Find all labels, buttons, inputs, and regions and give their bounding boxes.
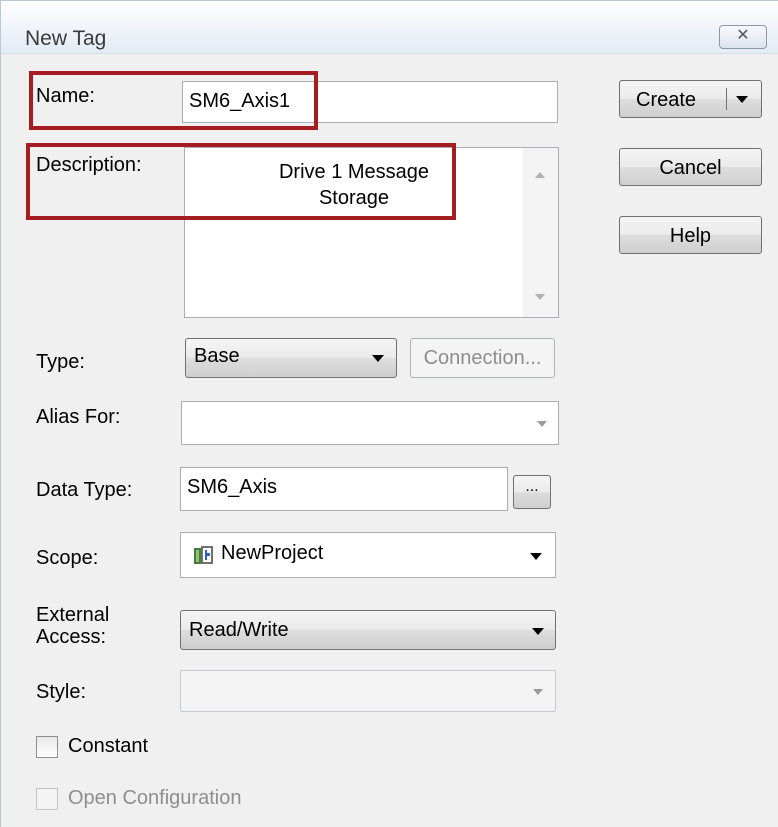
name-highlight-box bbox=[29, 71, 318, 130]
dialog-title: New Tag bbox=[25, 27, 107, 50]
alias-for-label: Alias For: bbox=[36, 406, 121, 428]
constant-label: Constant bbox=[68, 735, 149, 757]
scroll-down-icon[interactable] bbox=[535, 294, 545, 300]
chevron-down-icon[interactable] bbox=[736, 96, 748, 103]
type-select[interactable]: Base bbox=[185, 338, 397, 378]
alias-for-select[interactable] bbox=[181, 401, 559, 445]
project-icon bbox=[194, 546, 213, 564]
type-label: Type: bbox=[36, 351, 85, 373]
data-type-label: Data Type: bbox=[36, 479, 133, 501]
browse-data-type-button[interactable]: ... bbox=[513, 475, 551, 509]
external-access-value: Read/Write bbox=[189, 619, 289, 641]
help-button-label: Help bbox=[669, 225, 712, 247]
new-tag-dialog: New Tag ✕ Create Cancel Help Name: SM6_A… bbox=[0, 0, 778, 827]
create-button[interactable]: Create bbox=[619, 80, 762, 118]
open-configuration-checkbox-row[interactable]: Open Configuration bbox=[36, 786, 266, 812]
create-button-label: Create bbox=[636, 89, 697, 111]
chevron-down-icon bbox=[530, 553, 542, 560]
title-bar: New Tag ✕ bbox=[1, 1, 778, 54]
help-button[interactable]: Help bbox=[619, 216, 762, 254]
close-icon: ✕ bbox=[736, 27, 750, 44]
chevron-down-icon bbox=[532, 628, 544, 635]
scope-value: NewProject bbox=[221, 542, 324, 564]
data-type-value: SM6_Axis bbox=[187, 476, 278, 498]
open-configuration-checkbox[interactable] bbox=[36, 788, 58, 810]
data-type-input[interactable]: SM6_Axis bbox=[180, 467, 508, 511]
connection-button-label: Connection... bbox=[423, 347, 542, 369]
scope-select[interactable]: NewProject bbox=[180, 532, 556, 578]
external-access-label-line-2: Access: bbox=[36, 626, 107, 648]
cancel-button[interactable]: Cancel bbox=[619, 148, 762, 186]
constant-checkbox[interactable] bbox=[36, 736, 58, 758]
type-value: Base bbox=[194, 345, 240, 367]
cancel-button-label: Cancel bbox=[659, 157, 722, 179]
external-access-label: External Access: bbox=[36, 604, 109, 648]
chevron-down-icon bbox=[537, 421, 547, 427]
scope-label: Scope: bbox=[36, 547, 99, 569]
close-button[interactable]: ✕ bbox=[719, 25, 767, 49]
description-highlight-box bbox=[26, 143, 456, 220]
style-label: Style: bbox=[36, 681, 87, 703]
external-access-select[interactable]: Read/Write bbox=[180, 610, 556, 650]
external-access-label-line-1: External bbox=[36, 604, 110, 626]
scroll-up-icon[interactable] bbox=[535, 172, 545, 178]
chevron-down-icon bbox=[533, 689, 543, 695]
browse-ellipsis: ... bbox=[525, 478, 539, 495]
constant-checkbox-row[interactable]: Constant bbox=[36, 734, 176, 760]
split-divider bbox=[726, 88, 727, 110]
style-select[interactable] bbox=[180, 670, 556, 712]
open-configuration-label: Open Configuration bbox=[68, 787, 242, 809]
connection-button[interactable]: Connection... bbox=[410, 338, 555, 378]
description-scrollbar[interactable] bbox=[523, 148, 558, 317]
chevron-down-icon bbox=[372, 355, 384, 362]
